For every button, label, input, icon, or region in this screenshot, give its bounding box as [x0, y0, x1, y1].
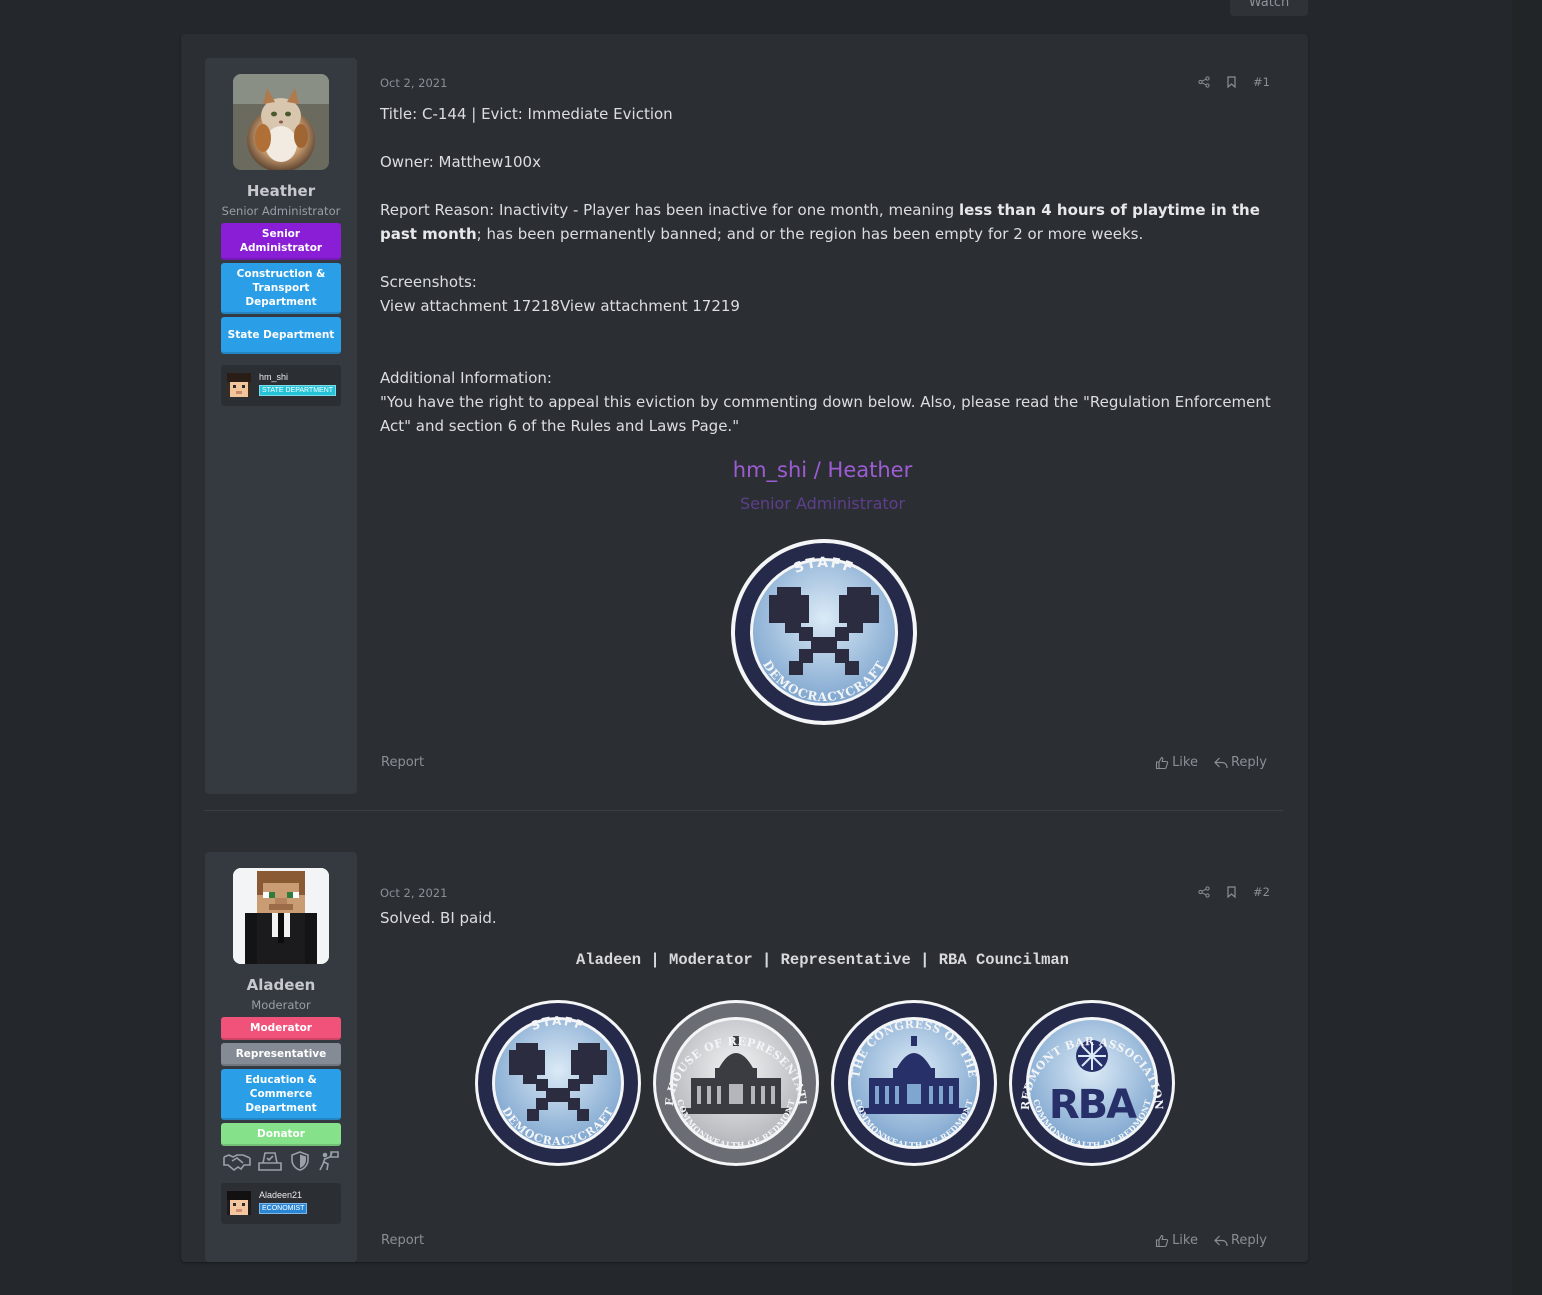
minecraft-rank-badge: STATE DEPARTMENT: [259, 385, 337, 396]
minecraft-account-card[interactable]: Aladeen21 ECONOMIST: [221, 1183, 341, 1224]
body-title-line: Title: C-144 | Evict: Immediate Eviction: [380, 105, 673, 123]
thread-posts: Heather Senior Administrator Senior Admi…: [181, 34, 1308, 1262]
post-body: Solved. BI paid.: [380, 906, 1275, 930]
post-date[interactable]: Oct 2, 2021: [380, 76, 447, 90]
body-owner-line: Owner: Matthew100x: [380, 153, 541, 171]
watch-button[interactable]: Watch: [1230, 0, 1308, 16]
post-number[interactable]: #1: [1253, 75, 1270, 89]
post-date[interactable]: Oct 2, 2021: [380, 886, 447, 900]
banner-senior-administrator: Senior Administrator: [221, 223, 341, 260]
username[interactable]: Aladeen: [205, 976, 357, 994]
bookmark-icon[interactable]: [1226, 886, 1237, 898]
banner-state-department: State Department: [221, 317, 341, 354]
bookmark-icon[interactable]: [1226, 76, 1237, 88]
like-button[interactable]: Like: [1155, 755, 1198, 770]
reply-arrow-icon: [1214, 1235, 1228, 1246]
post-number[interactable]: #2: [1253, 885, 1270, 899]
reply-button[interactable]: Reply: [1214, 1233, 1267, 1248]
user-cell-aladeen: Aladeen Moderator Moderator Representati…: [205, 852, 357, 1262]
minecraft-username: hm_shi: [259, 372, 289, 382]
minecraft-head-icon: [227, 1191, 251, 1215]
shield-icon[interactable]: [290, 1151, 310, 1171]
post-divider: [204, 810, 1283, 811]
post-footer-actions: Like Reply: [1155, 1233, 1267, 1248]
trophy-icons: [221, 1149, 341, 1173]
avatar-heather[interactable]: [233, 74, 329, 170]
post-1: Heather Senior Administrator Senior Admi…: [181, 34, 1308, 810]
reply-button[interactable]: Reply: [1214, 755, 1267, 770]
username[interactable]: Heather: [205, 182, 357, 200]
share-icon[interactable]: [1198, 886, 1210, 898]
banner-moderator: Moderator: [221, 1017, 341, 1040]
signature-line: Aladeen | Moderator | Representative | R…: [576, 951, 1069, 969]
post-header-actions: #1: [1198, 75, 1270, 89]
page-gutter: [1512, 0, 1542, 1295]
thumbs-up-icon: [1156, 1234, 1169, 1247]
congress-seal-logo: THE CONGRESS OF THE COMMONWEALTH OF REDM…: [831, 1000, 997, 1166]
banner-donator: Donator: [221, 1123, 341, 1146]
svg-text:RBA: RBA: [1049, 1082, 1137, 1128]
user-cell-heather: Heather Senior Administrator Senior Admi…: [205, 58, 357, 794]
avatar-aladeen[interactable]: [233, 868, 329, 964]
banner-education-commerce: Education & Commerce Department: [221, 1069, 341, 1120]
body-text-line: Solved. BI paid.: [380, 909, 497, 927]
post-header-actions: #2: [1198, 885, 1270, 899]
minecraft-rank-badge: ECONOMIST: [259, 1203, 308, 1214]
body-screenshots-label: Screenshots:: [380, 273, 477, 291]
report-link[interactable]: Report: [381, 1233, 424, 1248]
ballot-box-icon[interactable]: [258, 1151, 283, 1171]
reply-arrow-icon: [1214, 757, 1228, 768]
body-additional-label: Additional Information:: [380, 369, 552, 387]
minecraft-account-card[interactable]: hm_shi STATE DEPARTMENT: [221, 365, 341, 406]
post-2: Aladeen Moderator Moderator Representati…: [181, 828, 1308, 1262]
post-footer-actions: Like Reply: [1155, 755, 1267, 770]
body-reason-line: Report Reason: Inactivity - Player has b…: [380, 201, 1260, 243]
banner-construction-transport: Construction & Transport Department: [221, 263, 341, 314]
protester-icon[interactable]: [317, 1151, 339, 1171]
handshake-icon[interactable]: [223, 1151, 251, 1171]
house-of-representatives-seal-logo: SEAL OF THE HOUSE OF REPRESENTATIVES OF …: [651, 998, 819, 1166]
signature-name: hm_shi / Heather: [732, 458, 913, 482]
minecraft-head-icon: [227, 373, 251, 397]
thumbs-up-icon: [1156, 756, 1169, 769]
user-title: Senior Administrator: [221, 204, 341, 218]
report-link[interactable]: Report: [381, 755, 424, 770]
post-body: Title: C-144 | Evict: Immediate Eviction…: [380, 102, 1275, 438]
signature-role: Senior Administrator: [739, 494, 906, 513]
body-additional-text: "You have the right to appeal this evict…: [380, 393, 1271, 435]
minecraft-username: Aladeen21: [259, 1190, 303, 1200]
share-icon[interactable]: [1198, 76, 1210, 88]
staff-seal-logo: STAFF DEMOCRACYCRAFT: [475, 1000, 641, 1166]
rba-seal-logo: RBA REDMONT BAR ASSOCIATION COMMONWEALTH…: [1009, 1000, 1175, 1166]
body-attachments[interactable]: View attachment 17218View attachment 172…: [380, 294, 1275, 318]
like-button[interactable]: Like: [1155, 1233, 1198, 1248]
staff-seal-logo: STAFF DEMOCRACYCRAFT: [731, 539, 917, 725]
user-title: Moderator: [251, 998, 311, 1012]
banner-representative: Representative: [221, 1043, 341, 1066]
